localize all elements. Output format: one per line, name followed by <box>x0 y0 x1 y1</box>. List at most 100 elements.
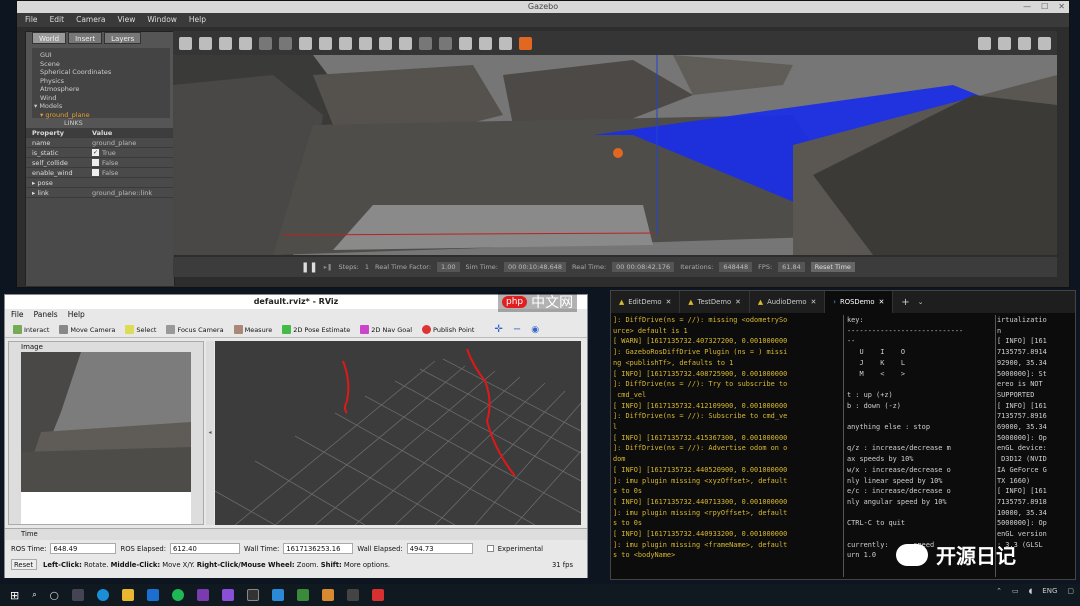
align-icon[interactable] <box>459 36 472 50</box>
reset-button[interactable]: Reset <box>11 559 37 570</box>
search-icon[interactable]: ⌕ <box>32 590 36 600</box>
outlook-icon[interactable] <box>146 589 159 601</box>
move-camera-button[interactable]: Move Camera <box>59 325 115 334</box>
menu-file[interactable]: File <box>11 309 24 321</box>
menu-help[interactable]: Help <box>68 309 85 321</box>
checkbox-unchecked[interactable] <box>92 159 99 166</box>
minimize-icon[interactable]: — <box>1023 1 1031 13</box>
chevron-up-icon[interactable]: ⌃ <box>996 587 1002 595</box>
close-icon[interactable]: ✕ <box>1058 1 1065 13</box>
orange-view-icon[interactable] <box>519 36 532 50</box>
menu-window[interactable]: Window <box>147 13 177 27</box>
wall-elapsed-field[interactable]: 494.73 <box>406 543 473 554</box>
menu-edit[interactable]: Edit <box>50 13 65 27</box>
directional-light-icon[interactable] <box>399 36 412 50</box>
spot-light-icon[interactable] <box>379 36 392 50</box>
panel-splitter[interactable]: ◂ <box>206 341 214 525</box>
screenshot-icon[interactable] <box>978 36 991 50</box>
terminal-pane-rviz-log[interactable]: irtualizatio n [ INFO] [161 7135757.8914… <box>997 315 1075 577</box>
close-icon[interactable]: ✕ <box>811 291 817 313</box>
wall-time-field[interactable]: 1617136253.16 <box>283 543 354 554</box>
windows-start-icon[interactable]: ⊞ <box>10 589 19 602</box>
nav-goal-button[interactable]: 2D Nav Goal <box>360 325 412 334</box>
new-tab-icon[interactable]: + <box>893 297 917 308</box>
notification-icon[interactable]: ▢ <box>1067 587 1074 595</box>
network-icon[interactable]: ▭ <box>1012 587 1019 595</box>
focus-camera-button[interactable]: Focus Camera <box>166 325 224 334</box>
paste-icon[interactable] <box>439 36 452 50</box>
gazebo-taskbar-icon[interactable] <box>321 589 334 601</box>
vscode-icon[interactable] <box>271 589 284 601</box>
point-light-icon[interactable] <box>359 36 372 50</box>
tab-world[interactable]: World <box>32 32 67 44</box>
tree-item-selected[interactable]: ▾ ground_plane <box>40 111 170 120</box>
copy-icon[interactable] <box>419 36 432 50</box>
measure-button[interactable]: Measure <box>233 325 272 334</box>
tree-item[interactable]: Spherical Coordinates <box>40 68 170 77</box>
step-icon[interactable]: ▸❚ <box>324 263 333 271</box>
red-app-icon[interactable] <box>371 589 384 601</box>
rviz-3d-view[interactable] <box>215 341 581 525</box>
tab-testdemo[interactable]: ▲ TestDemo ✕ <box>680 291 750 313</box>
menu-camera[interactable]: Camera <box>76 13 105 27</box>
tree-item[interactable]: Physics <box>40 77 170 86</box>
redo-icon[interactable] <box>279 36 292 50</box>
terminal-pane-gazebo-log[interactable]: ]: DiffDrive(ns = //): missing <odometry… <box>613 315 841 577</box>
tree-item[interactable]: GUI <box>40 51 170 60</box>
tab-layers[interactable]: Layers <box>104 32 142 44</box>
terminal-icon[interactable] <box>246 589 259 601</box>
ros-time-field[interactable]: 648.49 <box>50 543 117 554</box>
undo-icon[interactable] <box>259 36 272 50</box>
property-row[interactable]: is_static ✓ True <box>26 148 174 158</box>
ros-elapsed-field[interactable]: 612.40 <box>170 543 241 554</box>
snap-icon[interactable] <box>479 36 492 50</box>
gazebo-3d-viewport[interactable] <box>173 55 1057 255</box>
rviz-taskbar-icon[interactable] <box>346 589 359 601</box>
add-tool-icon[interactable]: ✛ <box>494 324 502 335</box>
checkbox-checked[interactable]: ✓ <box>92 149 99 156</box>
terminal-pane-teleop[interactable]: key: ---------------------------- -- U I… <box>847 315 993 577</box>
interact-button[interactable]: Interact <box>13 325 49 334</box>
property-row[interactable]: enable_wind False <box>26 168 174 178</box>
pane-divider[interactable] <box>843 315 844 577</box>
green-app-icon[interactable] <box>296 589 309 601</box>
tab-audiodemo[interactable]: ▲ AudioDemo ✕ <box>750 291 826 313</box>
visual-studio-icon[interactable] <box>221 589 234 601</box>
pause-icon[interactable]: ❚❚ <box>301 262 318 273</box>
joint-icon[interactable] <box>499 36 512 50</box>
select-button[interactable]: Select <box>125 325 156 334</box>
checkbox-unchecked[interactable] <box>92 169 99 176</box>
pane-divider[interactable] <box>995 315 996 577</box>
tree-item[interactable]: Scene <box>40 60 170 69</box>
tool-options-icon[interactable]: ◉ <box>531 325 539 335</box>
close-icon[interactable]: ✕ <box>879 291 885 313</box>
tab-editdemo[interactable]: ▲ EditDemo ✕ <box>611 291 681 313</box>
remove-tool-icon[interactable]: − <box>513 324 521 335</box>
tab-insert[interactable]: Insert <box>68 32 103 44</box>
box-shape-icon[interactable] <box>299 36 312 50</box>
onenote-icon[interactable] <box>196 589 209 601</box>
experimental-checkbox[interactable] <box>486 545 494 552</box>
steps-value[interactable]: 1 <box>365 263 369 271</box>
tab-dropdown-icon[interactable]: ⌄ <box>918 298 924 306</box>
rotate-icon[interactable] <box>219 36 232 50</box>
translate-icon[interactable] <box>199 36 212 50</box>
close-icon[interactable]: ✕ <box>666 291 672 313</box>
reset-time-button[interactable]: Reset Time <box>810 262 855 272</box>
taskview-app-icon[interactable] <box>71 589 84 601</box>
close-icon[interactable]: ✕ <box>735 291 741 313</box>
edge-icon[interactable] <box>96 589 109 601</box>
maximize-icon[interactable]: ☐ <box>1041 1 1048 13</box>
property-row[interactable]: ▸ pose <box>26 178 174 188</box>
tree-item[interactable]: ▾ Models <box>34 102 170 111</box>
spotify-icon[interactable] <box>171 589 184 601</box>
task-view-icon[interactable]: ◯ <box>50 591 59 600</box>
property-row[interactable]: name ground_plane <box>26 138 174 148</box>
cylinder-shape-icon[interactable] <box>339 36 352 50</box>
tree-item[interactable]: Atmosphere <box>40 85 170 94</box>
property-row[interactable]: ▸ link ground_plane::link <box>26 188 174 198</box>
property-row[interactable]: self_collide False <box>26 158 174 168</box>
file-explorer-icon[interactable] <box>121 589 134 601</box>
menu-view[interactable]: View <box>118 13 136 27</box>
pose-estimate-button[interactable]: 2D Pose Estimate <box>282 325 350 334</box>
